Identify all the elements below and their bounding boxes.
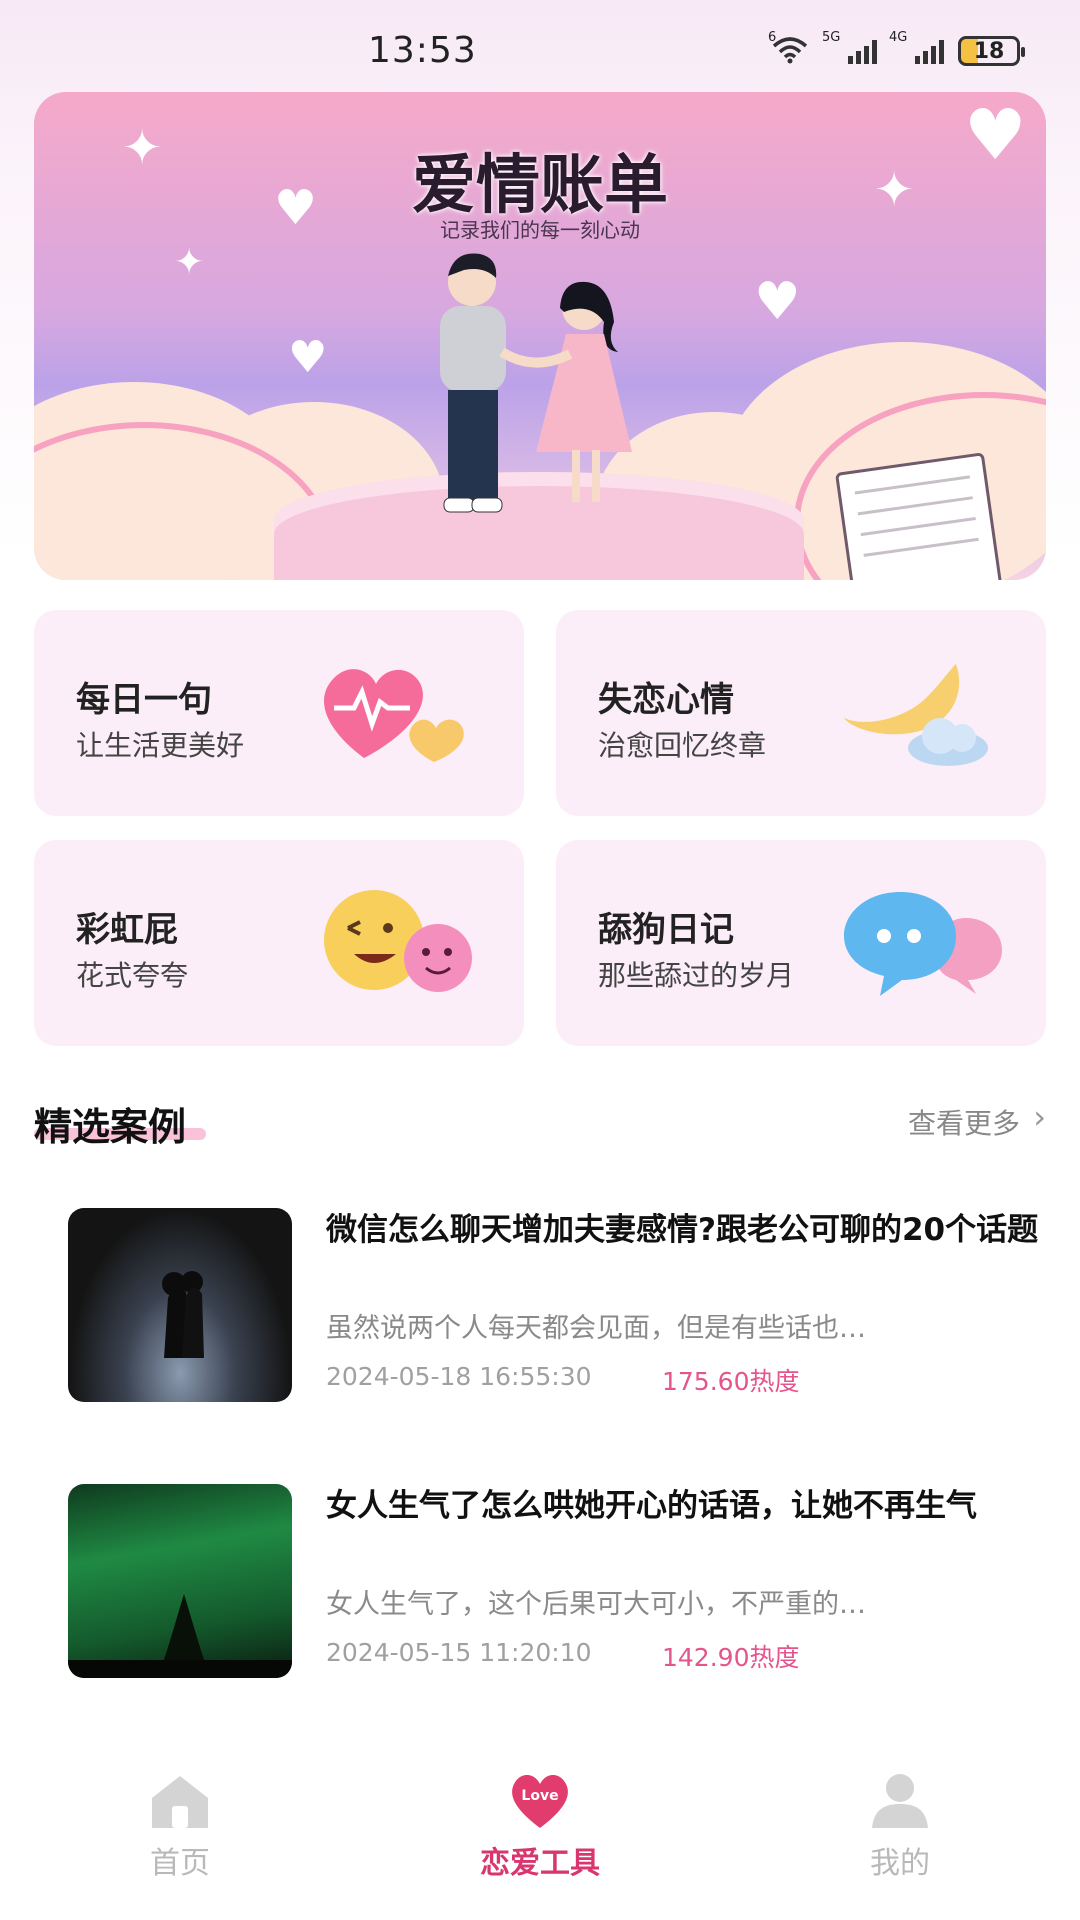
bottom-tab-bar: 首页 Love 恋爱工具 我的 — [0, 1752, 1080, 1920]
card-title: 彩虹屁 — [76, 910, 178, 950]
card-subtitle: 治愈回忆终章 — [598, 729, 767, 762]
love-heart-icon: Love — [508, 1772, 572, 1830]
article-description: 女人生气了，这个后果可大可小，不严重的… — [326, 1589, 866, 1620]
signal-4g-icon: 4G — [889, 30, 944, 64]
signal-5g-icon: 5G — [822, 30, 877, 64]
article-description: 虽然说两个人每天都会见面，但是有些话也… — [326, 1313, 866, 1344]
card-title: 每日一句 — [76, 680, 212, 720]
heart-icon: ♥ — [754, 272, 801, 332]
chevron-right-icon[interactable]: › — [1033, 1098, 1046, 1136]
status-bar: 13:53 6 5G 4G 18 — [0, 0, 1080, 100]
card-subtitle: 花式夸夸 — [76, 959, 189, 992]
home-icon — [148, 1772, 212, 1830]
card-subtitle: 让生活更美好 — [76, 729, 245, 762]
chat-bubbles-icon — [844, 892, 1002, 996]
article-heat: 175.60热度 — [662, 1367, 800, 1396]
love-badge-text: Love — [521, 1788, 559, 1804]
section-title: 精选案例 — [34, 1105, 187, 1149]
article-thumbnail — [68, 1208, 292, 1402]
status-icons: 6 5G 4G 18 — [768, 30, 1025, 66]
article-heat: 142.90热度 — [662, 1643, 800, 1672]
article-item[interactable]: 微信怎么聊天增加夫妻感情?跟老公可聊的20个话题 虽然说两个人每天都会见面，但是… — [68, 1208, 1048, 1408]
heart-icon: ♥ — [288, 332, 328, 383]
notebook-illustration — [834, 452, 1004, 580]
moon-cloud-icon — [844, 664, 988, 766]
article-title[interactable]: 女人生气了怎么哄她开心的话语，让她不再生气 — [326, 1486, 1046, 1526]
article-thumbnail — [68, 1484, 292, 1678]
card-title: 失恋心情 — [598, 680, 734, 720]
tool-card-compliments[interactable]: 彩虹屁 花式夸夸 — [34, 840, 524, 1046]
sparkle-icon: ✦ — [174, 242, 205, 283]
battery-icon: 18 — [958, 36, 1025, 66]
tool-card-simp-diary[interactable]: 舔狗日记 那些舔过的岁月 — [556, 840, 1046, 1046]
article-item[interactable]: 女人生气了怎么哄她开心的话语，让她不再生气 女人生气了，这个后果可大可小，不严重… — [68, 1484, 1048, 1684]
tab-label: 首页 — [150, 1846, 210, 1881]
see-more-link[interactable]: 查看更多 — [908, 1102, 1020, 1142]
banner-subtitle: 记录我们的每一刻心动 — [440, 218, 640, 242]
tool-card-daily-quote[interactable]: 每日一句 让生活更美好 — [34, 610, 524, 816]
article-title[interactable]: 微信怎么聊天增加夫妻感情?跟老公可聊的20个话题 — [326, 1210, 1046, 1250]
wifi-icon: 6 — [768, 30, 810, 64]
tab-label: 恋爱工具 — [480, 1846, 600, 1881]
tab-mine[interactable]: 我的 — [800, 1772, 1000, 1882]
banner[interactable]: ✦ ✦ ✦ ♥ ♥ ♥ ♥ 爱情账单 记录我们的每一刻心动 — [34, 92, 1046, 580]
status-time: 13:53 — [368, 30, 477, 71]
user-icon — [868, 1772, 932, 1830]
banner-title: 爱情账单 — [412, 149, 668, 223]
tool-card-heartbreak[interactable]: 失恋心情 治愈回忆终章 — [556, 610, 1046, 816]
card-title: 舔狗日记 — [598, 910, 734, 950]
tab-label: 我的 — [870, 1846, 930, 1881]
tab-home[interactable]: 首页 — [80, 1772, 280, 1882]
emoji-faces-icon — [324, 890, 472, 992]
article-date: 2024-05-18 16:55:30 — [326, 1362, 592, 1391]
heartbeat-heart-icon — [324, 669, 464, 762]
tab-love-tools[interactable]: Love 恋爱工具 — [440, 1772, 640, 1882]
couple-illustration — [440, 253, 632, 513]
card-subtitle: 那些舔过的岁月 — [598, 959, 795, 992]
article-date: 2024-05-15 11:20:10 — [326, 1638, 592, 1667]
